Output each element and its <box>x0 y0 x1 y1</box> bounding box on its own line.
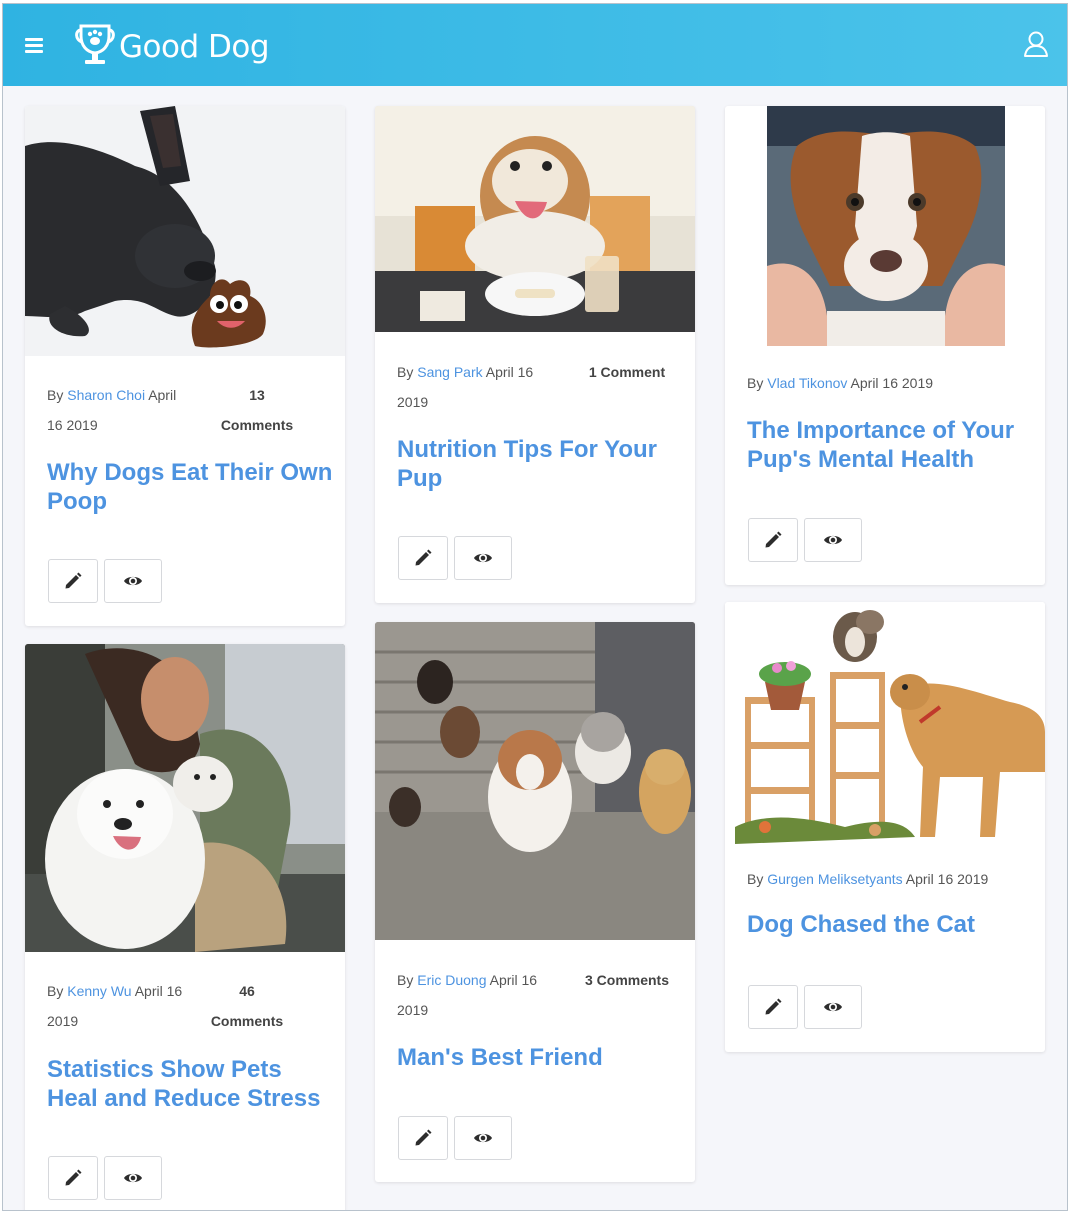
app-window: Good Dog By Sharon Choi April 16 2019 13… <box>2 3 1068 1211</box>
post-title[interactable]: Statistics Show Pets Heal and Reduce Str… <box>47 1055 337 1113</box>
by-label: By <box>47 983 64 999</box>
top-bar: Good Dog <box>3 4 1067 86</box>
post-meta: By Sang Park April 16 2019 1 Comment <box>397 357 677 417</box>
post-title[interactable]: Dog Chased the Cat <box>747 910 1037 939</box>
pencil-icon <box>65 1169 82 1186</box>
post-date: April 16 <box>134 983 183 999</box>
post-image[interactable] <box>25 644 345 952</box>
comment-count[interactable]: 1 Comment <box>577 357 677 387</box>
edit-button[interactable] <box>48 559 98 603</box>
view-button[interactable] <box>804 985 862 1029</box>
post-card: By Sharon Choi April 16 2019 13 Comments … <box>25 106 345 626</box>
author-link[interactable]: Gurgen Meliksetyants <box>767 871 902 887</box>
comment-count[interactable]: 46 Comments <box>197 976 297 1036</box>
edit-button[interactable] <box>748 985 798 1029</box>
edit-button[interactable] <box>48 1156 98 1200</box>
post-date-cont: 2019 <box>397 394 429 410</box>
post-meta: By Vlad Tikonov April 16 2019 <box>747 368 1037 398</box>
post-meta: By Sharon Choi April 16 2019 13 Comments <box>47 380 327 440</box>
pencil-icon <box>765 998 782 1015</box>
post-date: April 16 <box>485 364 534 380</box>
edit-button[interactable] <box>398 1116 448 1160</box>
by-label: By <box>47 387 64 403</box>
by-label: By <box>397 972 414 988</box>
post-meta: By Kenny Wu April 16 2019 46 Comments <box>47 976 327 1036</box>
trophy-paw-icon <box>75 24 115 64</box>
user-icon[interactable] <box>1023 30 1049 58</box>
view-button[interactable] <box>454 536 512 580</box>
post-card: By Eric Duong April 16 2019 3 Comments M… <box>375 622 695 1182</box>
eye-icon <box>124 1173 142 1183</box>
eye-icon <box>824 1002 842 1012</box>
by-label: By <box>747 871 764 887</box>
author-link[interactable]: Sang Park <box>417 364 482 380</box>
post-image[interactable] <box>767 106 1005 346</box>
comment-count[interactable]: 13 Comments <box>207 380 307 440</box>
post-date: April 16 2019 <box>905 871 989 887</box>
post-card: By Kenny Wu April 16 2019 46 Comments Sta… <box>25 644 345 1210</box>
view-button[interactable] <box>454 1116 512 1160</box>
eye-icon <box>124 576 142 586</box>
post-card: By Vlad Tikonov April 16 2019 The Import… <box>725 106 1045 585</box>
brand-name: Good Dog <box>119 29 270 65</box>
eye-icon <box>474 553 492 563</box>
post-image[interactable] <box>725 602 1045 844</box>
post-card: By Gurgen Meliksetyants April 16 2019 Do… <box>725 602 1045 1052</box>
post-image[interactable] <box>375 622 695 940</box>
post-title[interactable]: Nutrition Tips For Your Pup <box>397 435 687 493</box>
post-date: April 16 <box>489 972 538 988</box>
view-button[interactable] <box>104 1156 162 1200</box>
by-label: By <box>397 364 414 380</box>
post-meta: By Gurgen Meliksetyants April 16 2019 <box>747 864 1045 894</box>
post-title[interactable]: The Importance of Your Pup's Mental Heal… <box>747 416 1037 474</box>
post-date-cont: 16 2019 <box>47 417 98 433</box>
author-link[interactable]: Eric Duong <box>417 972 486 988</box>
post-date: April <box>148 387 177 403</box>
author-link[interactable]: Sharon Choi <box>67 387 145 403</box>
eye-icon <box>474 1133 492 1143</box>
pencil-icon <box>415 549 432 566</box>
post-meta: By Eric Duong April 16 2019 3 Comments <box>397 965 687 1025</box>
edit-button[interactable] <box>748 518 798 562</box>
post-date-cont: 2019 <box>47 1013 79 1029</box>
hamburger-icon[interactable] <box>25 38 43 54</box>
author-link[interactable]: Vlad Tikonov <box>767 375 847 391</box>
post-date-cont: 2019 <box>397 1002 429 1018</box>
by-label: By <box>747 375 764 391</box>
pencil-icon <box>765 531 782 548</box>
eye-icon <box>824 535 842 545</box>
pencil-icon <box>415 1129 432 1146</box>
post-image[interactable] <box>375 106 695 332</box>
edit-button[interactable] <box>398 536 448 580</box>
brand-logo[interactable]: Good Dog <box>73 22 270 68</box>
comment-count[interactable]: 3 Comments <box>577 965 677 995</box>
view-button[interactable] <box>804 518 862 562</box>
post-image[interactable] <box>25 106 345 356</box>
view-button[interactable] <box>104 559 162 603</box>
post-date: April 16 2019 <box>850 375 934 391</box>
pencil-icon <box>65 572 82 589</box>
author-link[interactable]: Kenny Wu <box>67 983 131 999</box>
post-title[interactable]: Why Dogs Eat Their Own Poop <box>47 458 337 516</box>
post-card: By Sang Park April 16 2019 1 Comment Nut… <box>375 106 695 603</box>
post-title[interactable]: Man's Best Friend <box>397 1043 687 1072</box>
